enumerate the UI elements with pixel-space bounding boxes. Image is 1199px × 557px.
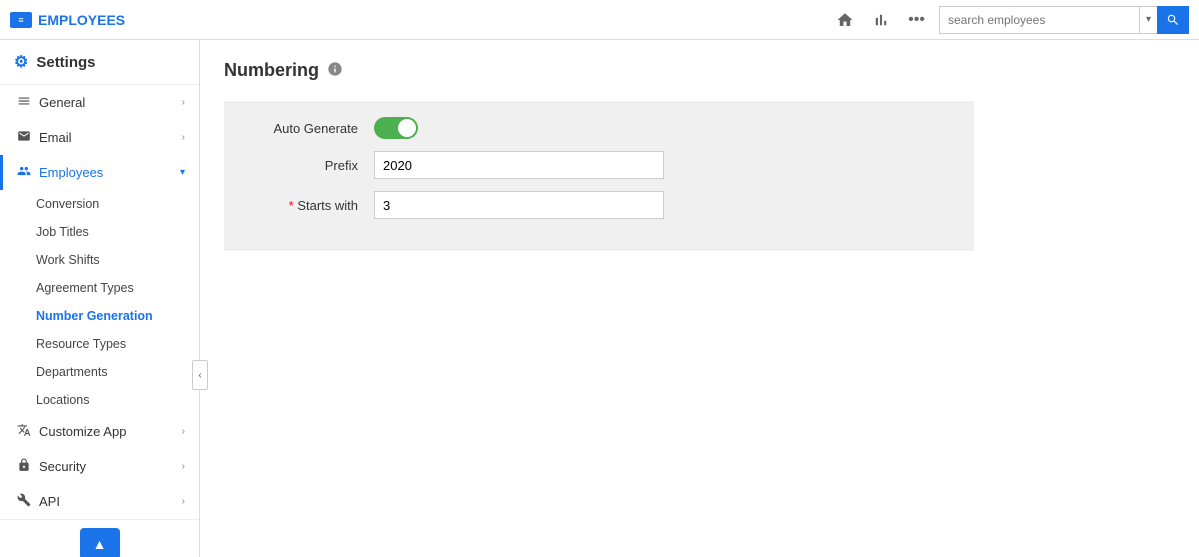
starts-with-label: Starts with xyxy=(244,198,374,213)
sidebar-item-employees[interactable]: Employees ▾ xyxy=(0,155,199,190)
sidebar-item-security-label: Security xyxy=(39,459,86,474)
api-icon xyxy=(17,493,31,510)
scroll-up-button[interactable]: ▲ xyxy=(80,528,120,557)
prefix-input[interactable] xyxy=(374,151,664,179)
api-arrow: › xyxy=(182,496,185,507)
sidebar-item-api[interactable]: API › xyxy=(0,484,199,519)
starts-with-input[interactable] xyxy=(374,191,664,219)
page-title-row: Numbering xyxy=(224,60,1175,81)
search-container: ▾ xyxy=(939,6,1189,34)
security-arrow: › xyxy=(182,461,185,472)
search-input[interactable] xyxy=(939,6,1139,34)
sidebar-item-general[interactable]: General › xyxy=(0,85,199,120)
sidebar: ⚙ Settings General › Email › xyxy=(0,40,200,557)
sidebar-item-customize-app[interactable]: Customize App › xyxy=(0,414,199,449)
collapse-icon: ‹ xyxy=(198,370,201,381)
sidebar-sub-number-generation[interactable]: Number Generation xyxy=(0,302,199,330)
search-dropdown-button[interactable]: ▾ xyxy=(1139,6,1157,34)
more-icon: ••• xyxy=(908,11,925,29)
auto-generate-label: Auto Generate xyxy=(244,121,374,136)
app-title: EMPLOYEES xyxy=(38,12,125,28)
prefix-row: Prefix xyxy=(244,151,954,179)
search-button[interactable] xyxy=(1157,6,1189,34)
info-icon[interactable] xyxy=(327,61,343,80)
auto-generate-row: Auto Generate xyxy=(244,117,954,139)
sidebar-bottom: ▲ xyxy=(0,519,199,557)
chart-button[interactable] xyxy=(866,7,896,33)
layout: ⚙ Settings General › Email › xyxy=(0,40,1199,557)
topnav: ≡ EMPLOYEES ••• ▾ xyxy=(0,0,1199,40)
sidebar-title: Settings xyxy=(36,54,95,71)
up-icon: ▲ xyxy=(93,536,107,552)
customize-app-arrow: › xyxy=(182,426,185,437)
sidebar-sub-locations[interactable]: Locations xyxy=(0,386,199,414)
auto-generate-toggle[interactable] xyxy=(374,117,418,139)
toggle-track xyxy=(374,117,418,139)
main-content: Numbering Auto Generate Prefix xyxy=(200,40,1199,557)
sidebar-item-email[interactable]: Email › xyxy=(0,120,199,155)
email-icon xyxy=(17,129,31,146)
general-icon xyxy=(17,94,31,111)
home-button[interactable] xyxy=(830,7,860,33)
prefix-label: Prefix xyxy=(244,158,374,173)
app-logo: ≡ EMPLOYEES xyxy=(10,12,125,28)
sidebar-sub-departments[interactable]: Departments xyxy=(0,358,199,386)
email-arrow: › xyxy=(182,132,185,143)
sidebar-sub-agreement-types[interactable]: Agreement Types xyxy=(0,274,199,302)
sidebar-item-customize-app-label: Customize App xyxy=(39,424,126,439)
employees-icon xyxy=(17,164,31,181)
sidebar-sub-resource-types[interactable]: Resource Types xyxy=(0,330,199,358)
sidebar-collapse-button[interactable]: ‹ xyxy=(192,360,208,390)
sidebar-sub-job-titles[interactable]: Job Titles xyxy=(0,218,199,246)
sidebar-item-security[interactable]: Security › xyxy=(0,449,199,484)
sidebar-item-api-label: API xyxy=(39,494,60,509)
form-section: Auto Generate Prefix Starts with xyxy=(224,101,974,251)
general-arrow: › xyxy=(182,97,185,108)
sidebar-item-general-label: General xyxy=(39,95,85,110)
logo-icon: ≡ xyxy=(10,12,32,28)
sidebar-item-email-label: Email xyxy=(39,130,72,145)
toggle-thumb xyxy=(398,119,416,137)
customize-app-icon xyxy=(17,423,31,440)
starts-with-row: Starts with xyxy=(244,191,954,219)
security-icon xyxy=(17,458,31,475)
sidebar-header: ⚙ Settings xyxy=(0,40,199,85)
sidebar-sub-work-shifts[interactable]: Work Shifts xyxy=(0,246,199,274)
more-button[interactable]: ••• xyxy=(902,7,931,33)
sidebar-sub-conversion[interactable]: Conversion xyxy=(0,190,199,218)
page-title: Numbering xyxy=(224,60,319,81)
topnav-icons: ••• xyxy=(830,7,931,33)
sidebar-item-employees-label: Employees xyxy=(39,165,103,180)
employees-arrow: ▾ xyxy=(180,167,185,178)
settings-icon: ⚙ xyxy=(14,52,28,72)
